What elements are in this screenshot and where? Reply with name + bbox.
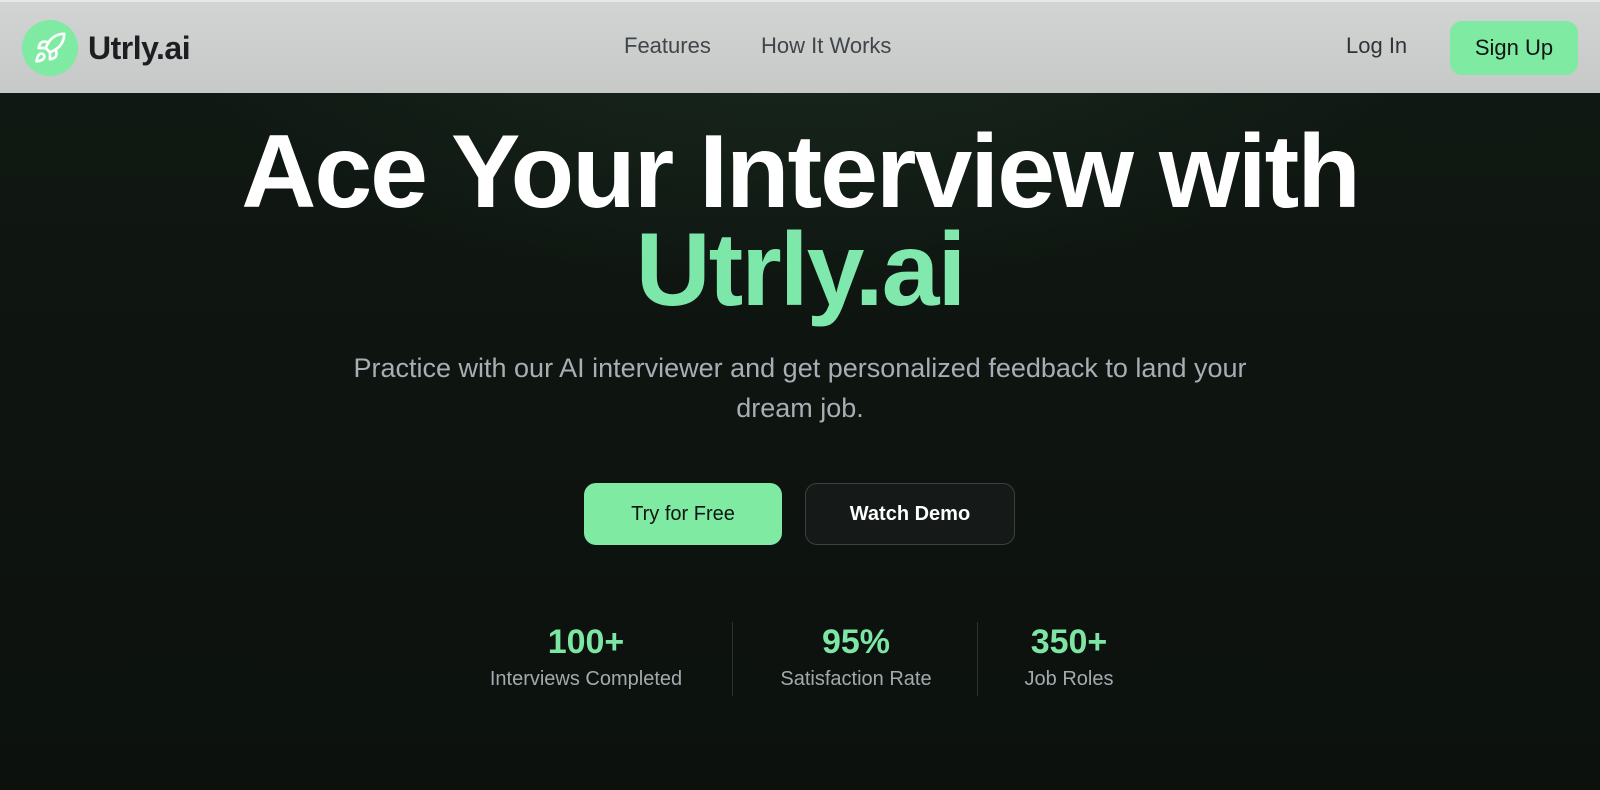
rocket-icon bbox=[22, 20, 78, 76]
stat-label: Job Roles bbox=[1024, 668, 1114, 690]
stat-divider bbox=[732, 622, 733, 696]
hero-subtitle: Practice with our AI interviewer and get… bbox=[353, 353, 1247, 423]
brand-name: Utrly.ai bbox=[88, 29, 191, 66]
stat-divider bbox=[977, 622, 978, 696]
stat-label: Satisfaction Rate bbox=[780, 668, 932, 690]
stat-value: 100+ bbox=[547, 623, 625, 661]
nav-link-how-it-works[interactable]: How It Works bbox=[761, 33, 891, 59]
cta-row: Try for Free Watch Demo bbox=[0, 483, 1600, 545]
stat-job-roles: 350+ Job Roles bbox=[1010, 620, 1128, 694]
nav-link-features[interactable]: Features bbox=[624, 33, 711, 59]
stat-label: Interviews Completed bbox=[489, 668, 683, 690]
stat-interviews: 100+ Interviews Completed bbox=[476, 620, 696, 694]
navbar: Utrly.ai Features How It Works Log In Si… bbox=[0, 0, 1600, 93]
landing-page: Utrly.ai Features How It Works Log In Si… bbox=[0, 0, 1600, 790]
hero-title-brand: Utrly.ai bbox=[0, 210, 1600, 330]
stat-value: 95% bbox=[821, 623, 891, 661]
stat-value: 350+ bbox=[1030, 623, 1108, 661]
brand[interactable]: Utrly.ai bbox=[22, 20, 191, 76]
watch-demo-button[interactable]: Watch Demo bbox=[805, 483, 1015, 545]
try-for-free-button[interactable]: Try for Free bbox=[584, 483, 782, 545]
stat-satisfaction: 95% Satisfaction Rate bbox=[758, 620, 954, 694]
stats-row: 100+ Interviews Completed 95% Satisfacti… bbox=[0, 620, 1600, 700]
signup-button[interactable]: Sign Up bbox=[1450, 21, 1578, 75]
login-link[interactable]: Log In bbox=[1346, 33, 1407, 59]
